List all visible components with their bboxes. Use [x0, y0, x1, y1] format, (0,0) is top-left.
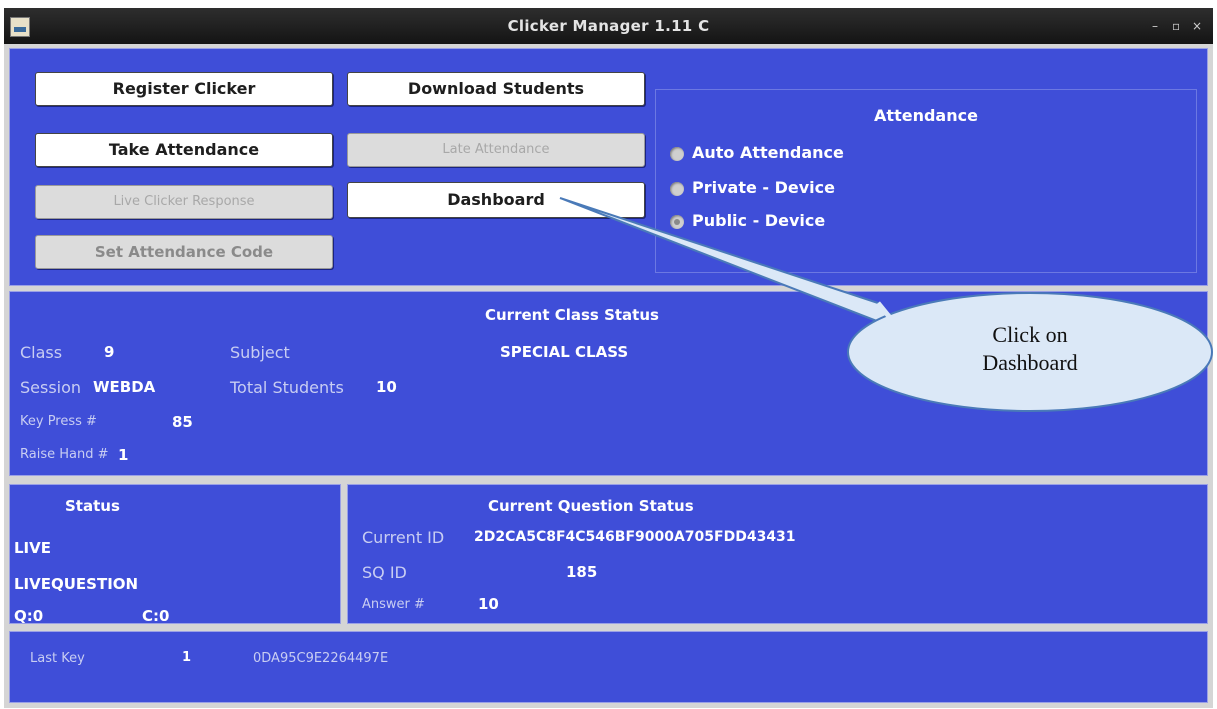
- last-key-device: 0DA95C9E2264497E: [253, 651, 389, 666]
- last-key-panel: Last Key 1 0DA95C9E2264497E: [9, 631, 1208, 703]
- maximize-button[interactable]: ▫: [1172, 8, 1180, 44]
- window-title: Clicker Manager 1.11 C: [507, 17, 710, 35]
- set-attendance-code-button[interactable]: Set Attendance Code: [35, 235, 333, 269]
- download-students-button[interactable]: Download Students: [347, 72, 645, 106]
- status-q: Q:0: [14, 607, 44, 625]
- close-button[interactable]: ×: [1192, 8, 1202, 44]
- attendance-group: Attendance Auto Attendance Private - Dev…: [655, 89, 1197, 273]
- subject-label: Subject: [230, 343, 290, 362]
- status-line-livequestion: LIVEQUESTION: [14, 575, 139, 593]
- auto-attendance-radio[interactable]: [670, 147, 684, 161]
- live-clicker-response-button[interactable]: Live Clicker Response: [35, 185, 333, 219]
- attendance-title: Attendance: [874, 106, 978, 125]
- session-value: WEBDA: [93, 378, 156, 396]
- sq-id-value: 185: [566, 563, 598, 581]
- current-id-value: 2D2CA5C8F4C546BF9000A705FDD43431: [474, 529, 796, 545]
- keypress-label: Key Press #: [20, 414, 97, 429]
- late-attendance-button[interactable]: Late Attendance: [347, 133, 645, 167]
- class-label: Class: [20, 343, 63, 362]
- public-device-label[interactable]: Public - Device: [692, 211, 825, 230]
- class-status-title: Current Class Status: [485, 306, 659, 324]
- status-title: Status: [65, 497, 120, 515]
- take-attendance-button[interactable]: Take Attendance: [35, 133, 333, 167]
- keypress-value: 85: [172, 413, 193, 431]
- title-bar[interactable]: Clicker Manager 1.11 C – ▫ ×: [4, 8, 1213, 44]
- answer-value: 10: [478, 595, 499, 613]
- private-device-radio[interactable]: [670, 182, 684, 196]
- raisehand-value: 1: [118, 446, 129, 464]
- subject-value: SPECIAL CLASS: [500, 343, 629, 361]
- status-c: C:0: [142, 607, 170, 625]
- question-status-title: Current Question Status: [488, 497, 694, 515]
- sq-id-label: SQ ID: [362, 563, 407, 582]
- controls-panel: Register Clicker Download Students Take …: [9, 48, 1208, 286]
- class-status-panel: Current Class Status Class 9 Subject SPE…: [9, 291, 1208, 476]
- minimize-button[interactable]: –: [1152, 8, 1158, 44]
- register-clicker-button[interactable]: Register Clicker: [35, 72, 333, 106]
- total-students-value: 10: [376, 378, 397, 396]
- class-value: 9: [104, 343, 115, 361]
- private-device-label[interactable]: Private - Device: [692, 178, 835, 197]
- dashboard-button[interactable]: Dashboard: [347, 182, 645, 218]
- app-window: Clicker Manager 1.11 C – ▫ × Register Cl…: [4, 8, 1213, 708]
- last-key-value: 1: [182, 650, 192, 665]
- answer-label: Answer #: [362, 597, 425, 612]
- status-line-live: LIVE: [14, 539, 51, 557]
- last-key-label: Last Key: [30, 651, 85, 666]
- question-status-panel: Current Question Status Current ID 2D2CA…: [347, 484, 1208, 624]
- session-label: Session: [20, 378, 82, 397]
- current-id-label: Current ID: [362, 528, 445, 547]
- raisehand-label: Raise Hand #: [20, 447, 109, 462]
- total-students-label: Total Students: [230, 378, 344, 397]
- auto-attendance-label[interactable]: Auto Attendance: [692, 143, 844, 162]
- status-panel: Status LIVE LIVEQUESTION Q:0 C:0: [9, 484, 341, 625]
- public-device-radio[interactable]: [670, 215, 684, 229]
